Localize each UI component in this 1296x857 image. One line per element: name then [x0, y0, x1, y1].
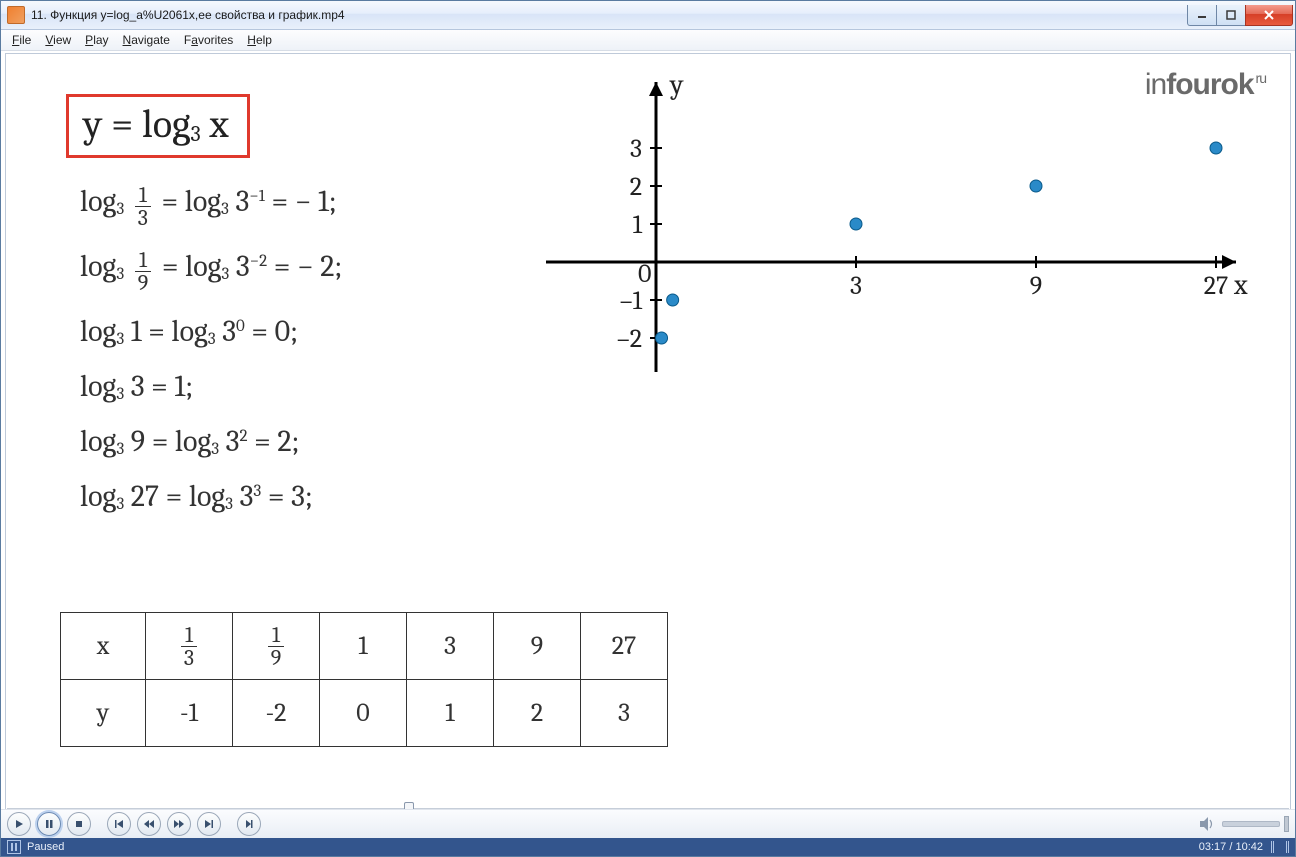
- menu-help[interactable]: Help: [240, 31, 279, 49]
- svg-text:x: x: [1233, 269, 1248, 301]
- svg-text:1: 1: [633, 210, 643, 240]
- volume-icon[interactable]: [1198, 815, 1216, 833]
- menu-play[interactable]: Play: [78, 31, 115, 49]
- menu-file[interactable]: File: [5, 31, 38, 49]
- svg-text:–2: –2: [617, 324, 642, 354]
- player-controls: [1, 809, 1295, 838]
- svg-text:3: 3: [630, 134, 642, 164]
- close-button[interactable]: [1245, 5, 1293, 26]
- time-display: 03:17 / 10:42: [1199, 841, 1263, 853]
- eq-line: log3 9 = log3 32 = 2;: [80, 424, 342, 459]
- status-text: Paused: [27, 841, 64, 853]
- svg-text:2: 2: [630, 172, 642, 202]
- value-table: x 13 19 1 3 9 27 y -1 -2 0 1 2 3: [60, 612, 668, 747]
- forward-button[interactable]: [167, 812, 191, 836]
- rewind-button[interactable]: [137, 812, 161, 836]
- maximize-button[interactable]: [1216, 5, 1246, 26]
- window-title: 11. Функция y=log_a%U2061x,ее свойства и…: [31, 8, 345, 22]
- eq-line: log3 27 = log3 33 = 3;: [80, 479, 342, 514]
- prev-track-button[interactable]: [107, 812, 131, 836]
- next-track-button[interactable]: [197, 812, 221, 836]
- svg-text:9: 9: [1030, 271, 1042, 301]
- menu-view[interactable]: View: [38, 31, 78, 49]
- status-pause-icon: [7, 840, 21, 854]
- window-frame: 11. Функция y=log_a%U2061x,ее свойства и…: [0, 0, 1296, 857]
- eq-line: log3 3 = 1;: [80, 369, 342, 404]
- status-end-icon: [1271, 841, 1289, 853]
- svg-text:27: 27: [1204, 271, 1229, 301]
- minimize-button[interactable]: [1187, 5, 1217, 26]
- step-button[interactable]: [237, 812, 261, 836]
- video-canvas[interactable]: infourokru y = log3 x log3 13 = log3 3−1…: [5, 53, 1291, 810]
- equation-lines: log3 13 = log3 3−1 = − 1; log3 19 = log3…: [80, 184, 342, 534]
- menu-favorites[interactable]: Favorites: [177, 31, 240, 49]
- status-bar: Paused 03:17 / 10:42: [1, 838, 1295, 856]
- app-icon: [7, 6, 25, 24]
- titlebar[interactable]: 11. Функция y=log_a%U2061x,ее свойства и…: [1, 1, 1295, 30]
- play-button[interactable]: [7, 812, 31, 836]
- eq-line: log3 1 = log3 30 = 0;: [80, 314, 342, 349]
- volume-slider[interactable]: [1222, 821, 1280, 827]
- menubar: File View Play Navigate Favorites Help: [1, 30, 1295, 51]
- stop-button[interactable]: [67, 812, 91, 836]
- svg-text:–1: –1: [620, 286, 643, 316]
- svg-text:0: 0: [638, 259, 651, 289]
- main-equation: y = log3 x: [66, 94, 250, 158]
- menu-navigate[interactable]: Navigate: [116, 31, 177, 49]
- slide-content: infourokru y = log3 x log3 13 = log3 3−1…: [6, 54, 1290, 809]
- log-plot: y x 0 –2 –1 1 2 3 3 9 27: [546, 72, 1246, 392]
- volume-max-icon: [1284, 816, 1289, 832]
- svg-text:y: y: [669, 69, 684, 101]
- table-row: x 13 19 1 3 9 27: [61, 613, 668, 680]
- eq-line: log3 19 = log3 3−2 = − 2;: [80, 249, 342, 294]
- pause-button[interactable]: [37, 812, 61, 836]
- svg-text:3: 3: [850, 271, 862, 301]
- eq-line: log3 13 = log3 3−1 = − 1;: [80, 184, 342, 229]
- table-row: y -1 -2 0 1 2 3: [61, 680, 668, 747]
